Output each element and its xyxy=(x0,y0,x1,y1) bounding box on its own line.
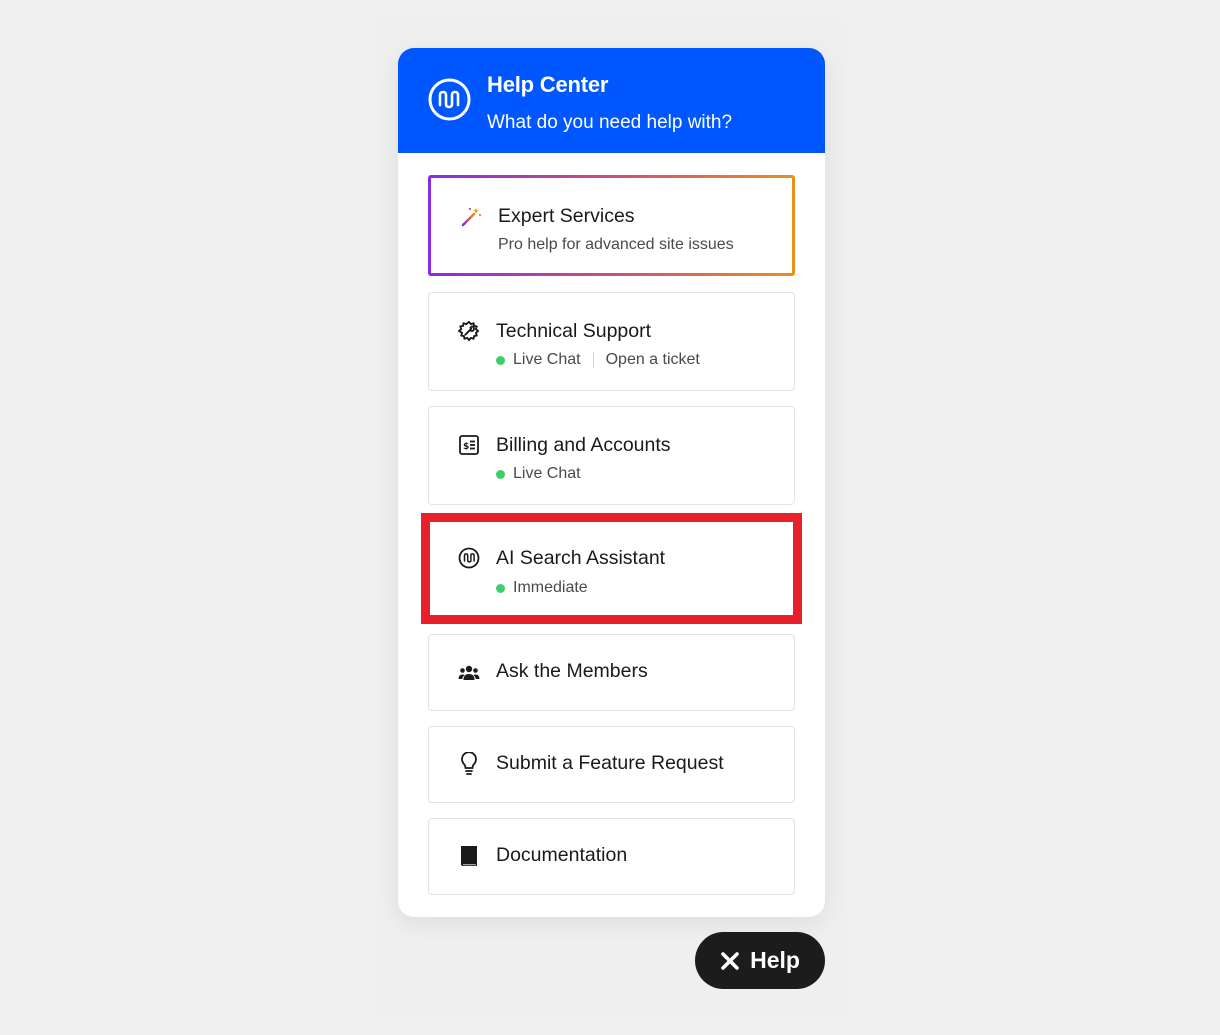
open-ticket-link[interactable]: Open a ticket xyxy=(606,351,700,369)
panel-header: Help Center What do you need help with? xyxy=(398,48,825,153)
billing-icon: $ xyxy=(457,433,481,457)
help-button-label: Help xyxy=(750,947,800,973)
ask-members-card[interactable]: Ask the Members xyxy=(428,634,795,711)
ask-members-title: Ask the Members xyxy=(496,660,648,682)
expert-services-title: Expert Services xyxy=(498,205,635,227)
live-chat-link[interactable]: Live Chat xyxy=(513,465,581,483)
ai-search-assistant-meta: Immediate xyxy=(496,579,588,597)
close-icon xyxy=(721,951,739,970)
ai-search-assistant-title: AI Search Assistant xyxy=(496,547,666,569)
feature-request-card[interactable]: Submit a Feature Request xyxy=(428,726,795,803)
help-toggle-button[interactable]: Help xyxy=(695,932,825,989)
magic-wand-icon xyxy=(459,205,483,229)
technical-support-meta: Live Chat Open a ticket xyxy=(496,351,700,369)
lightbulb-icon xyxy=(457,752,481,776)
feature-request-title: Submit a Feature Request xyxy=(496,752,724,774)
gear-wrench-icon xyxy=(457,319,481,343)
documentation-card[interactable]: Documentation xyxy=(428,818,795,895)
status-dot xyxy=(496,355,505,365)
divider xyxy=(592,352,594,368)
live-chat-link[interactable]: Live Chat xyxy=(513,351,581,369)
ai-search-assistant-card[interactable]: AI Search Assistant Immediate xyxy=(428,520,795,617)
status-dot xyxy=(496,583,505,593)
billing-accounts-card[interactable]: $ Billing and Accounts Live Chat xyxy=(428,406,795,505)
members-icon xyxy=(457,661,481,685)
billing-accounts-meta: Live Chat xyxy=(496,465,581,483)
brand-logo-icon xyxy=(428,78,471,121)
status-dot xyxy=(496,469,505,479)
expert-services-card[interactable]: Expert Services Pro help for advanced si… xyxy=(428,175,795,276)
svg-text:$: $ xyxy=(463,442,469,452)
help-center-panel: Help Center What do you need help with? … xyxy=(398,48,825,917)
book-icon xyxy=(457,844,481,868)
status-text: Immediate xyxy=(513,579,588,596)
expert-services-description: Pro help for advanced site issues xyxy=(498,236,734,253)
ai-logo-icon xyxy=(457,546,481,570)
documentation-title: Documentation xyxy=(496,844,628,866)
header-subtitle: What do you need help with? xyxy=(487,112,733,133)
header-title: Help Center xyxy=(487,72,609,97)
technical-support-card[interactable]: Technical Support Live Chat Open a ticke… xyxy=(428,292,795,391)
billing-accounts-title: Billing and Accounts xyxy=(496,434,671,456)
technical-support-title: Technical Support xyxy=(496,320,652,342)
